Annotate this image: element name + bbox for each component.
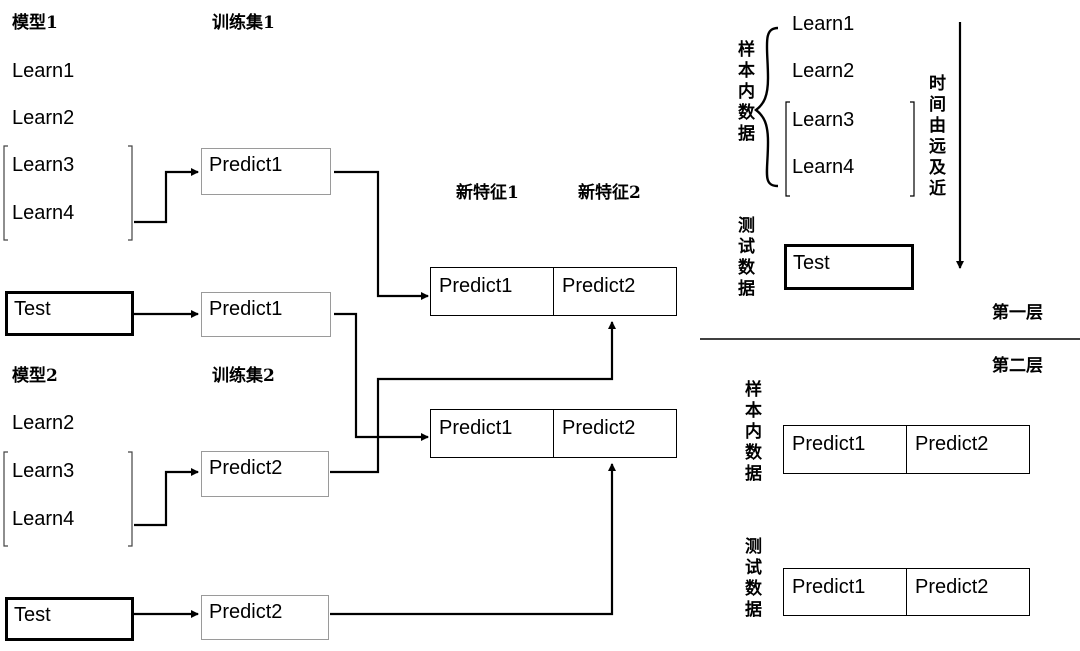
layer2-name: 第二层	[992, 356, 1043, 376]
layer2-in-sample-row: Predict1 Predict2	[783, 425, 1030, 474]
layer1-learn-3: Learn3	[792, 109, 855, 131]
layer1-learn-4: Learn4	[792, 156, 855, 178]
layer2-test-row: Predict1 Predict2	[783, 568, 1030, 616]
arrow-predict2-to-feature-row2	[330, 463, 616, 616]
block1-learn-3: Learn3	[12, 154, 75, 176]
model1-title: 模型1	[12, 13, 58, 33]
feature-row1-cell2: Predict2	[554, 268, 676, 315]
feature-row2-cell1-label: Predict1	[439, 417, 513, 439]
layer2-in-sample-label: 样本内数据	[741, 380, 761, 485]
block1-predict-train-label: Predict1	[209, 154, 283, 176]
feature-row2-cell2-label: Predict2	[562, 417, 636, 439]
feature2-header: 新特征2	[578, 183, 641, 203]
layer1-in-sample-label: 样本内数据	[734, 40, 754, 145]
trainset2-title: 训练集2	[212, 366, 275, 386]
model2-title: 模型2	[12, 366, 58, 386]
feature-row2: Predict1 Predict2	[430, 409, 677, 458]
layer1-test-box: Test	[784, 244, 914, 290]
block1-learn-1: Learn1	[12, 60, 75, 82]
layer1-learn-2: Learn2	[792, 60, 855, 82]
layer2-test-cell1-label: Predict1	[792, 576, 866, 598]
connector-lines	[3, 22, 1080, 618]
layer2-test-cell1: Predict1	[784, 569, 907, 615]
layer1-test-label: 测试数据	[734, 216, 754, 300]
feature-row1-cell2-label: Predict2	[562, 275, 636, 297]
block2-predict-train-box: Predict2	[201, 451, 329, 497]
arrow-learn-to-predict1	[134, 168, 199, 224]
block1-predict-test-label: Predict1	[209, 298, 283, 320]
layer1-name: 第一层	[992, 303, 1043, 323]
layer2-in-sample-cell1: Predict1	[784, 426, 907, 473]
layer2-in-sample-cell1-label: Predict1	[792, 433, 866, 455]
block1-test-box: Test	[5, 291, 134, 336]
layer1-learn-1: Learn1	[792, 13, 855, 35]
block2-learn-2: Learn2	[12, 412, 75, 434]
block2-test-box: Test	[5, 597, 134, 641]
block2-learn-4: Learn4	[12, 508, 75, 530]
feature-row1-cell1: Predict1	[431, 268, 554, 315]
feature-row2-cell1: Predict1	[431, 410, 554, 457]
block1-predict-train-box: Predict1	[201, 148, 331, 195]
block2-predict-train-label: Predict2	[209, 457, 283, 479]
layer2-test-cell2-label: Predict2	[915, 576, 989, 598]
layer2-in-sample-cell2: Predict2	[907, 426, 1029, 473]
block2-predict-test-label: Predict2	[209, 601, 283, 623]
layer2-in-sample-cell2-label: Predict2	[915, 433, 989, 455]
layer2-test-label: 测试数据	[741, 537, 761, 621]
trainset1-title: 训练集1	[212, 13, 275, 33]
time-direction-label: 时间由远及近	[925, 74, 945, 200]
arrow-learn2-to-predict2	[134, 468, 199, 527]
curly-brace	[754, 26, 779, 188]
layer2-test-cell2: Predict2	[907, 569, 1029, 615]
block1-learn-4: Learn4	[12, 202, 75, 224]
block2-learn-3: Learn3	[12, 460, 75, 482]
block1-learn-2: Learn2	[12, 107, 75, 129]
block1-test-label: Test	[14, 298, 51, 320]
arrow-predict1-to-feature-row1	[334, 170, 429, 300]
block2-test-label: Test	[14, 604, 51, 626]
arrow-predict1-to-feature-row2	[334, 312, 429, 441]
feature-row2-cell2: Predict2	[554, 410, 676, 457]
feature1-header: 新特征1	[456, 183, 519, 203]
stacking-diagram: 模型1 训练集1 Learn1 Learn2 Learn3 Learn4 Pre…	[0, 0, 1080, 651]
block2-predict-test-box: Predict2	[201, 595, 329, 640]
feature-row1: Predict1 Predict2	[430, 267, 677, 316]
feature-row1-cell1-label: Predict1	[439, 275, 513, 297]
block1-predict-test-box: Predict1	[201, 292, 331, 337]
layer1-test-value: Test	[793, 252, 830, 274]
